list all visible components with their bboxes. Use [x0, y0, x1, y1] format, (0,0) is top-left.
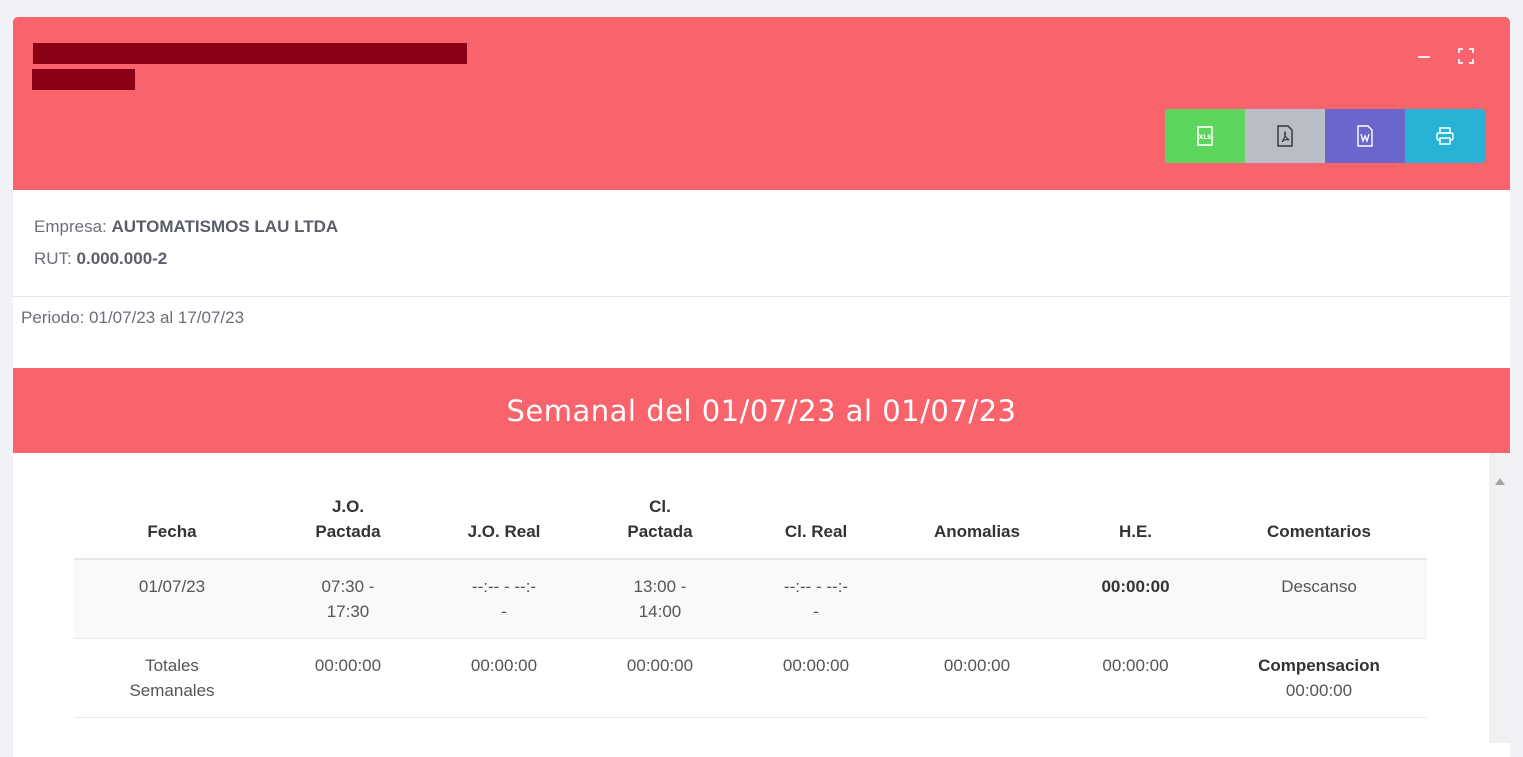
periodo-text: Periodo: 01/07/23 al 17/07/23 — [21, 308, 245, 327]
attendance-table: Fecha J.O. Pactada J.O. Real Cl. Pactada C… — [74, 476, 1427, 718]
cell-jo-pactada: 07:30 -17:30 — [270, 559, 426, 639]
cell-he: 00:00:00 — [1060, 559, 1211, 639]
total-cl-real: 00:00:00 — [738, 638, 894, 718]
company-info: Empresa: AUTOMATISMOS LAU LTDA RUT: 0.00… — [13, 190, 1510, 297]
totals-row: Totales Semanales 00:00:00 00:00:00 00:00… — [74, 638, 1427, 718]
export-excel-button[interactable]: XLS — [1165, 109, 1245, 163]
table-header-row: Fecha J.O. Pactada J.O. Real Cl. Pactada C… — [74, 476, 1427, 560]
scroll-up-arrow-icon[interactable] — [1495, 478, 1505, 485]
rut-line: RUT: 0.000.000-2 — [34, 249, 167, 269]
empresa-value: AUTOMATISMOS LAU LTDA — [111, 217, 339, 236]
redacted-subtitle — [32, 69, 135, 90]
col-fecha: Fecha — [74, 476, 270, 560]
total-anomalias: 00:00:00 — [894, 638, 1060, 718]
minimize-icon[interactable] — [1415, 47, 1433, 65]
pdf-file-icon — [1277, 125, 1293, 147]
export-word-button[interactable] — [1325, 109, 1405, 163]
table-row: 01/07/23 07:30 -17:30 --:-- - --:- - 13:0… — [74, 559, 1427, 639]
col-cl-real: Cl. Real — [738, 476, 894, 560]
col-jo-pactada: J.O. Pactada — [270, 476, 426, 560]
fullscreen-icon[interactable] — [1457, 47, 1475, 65]
cell-comentarios: Descanso — [1211, 559, 1427, 639]
vertical-scrollbar[interactable] — [1489, 453, 1510, 743]
total-jo-real: 00:00:00 — [426, 638, 582, 718]
xls-glyph: XLS — [1199, 134, 1212, 141]
excel-file-icon: XLS — [1197, 126, 1213, 146]
export-pdf-button[interactable] — [1245, 109, 1325, 163]
total-cl-pactada: 00:00:00 — [582, 638, 738, 718]
cell-fecha: 01/07/23 — [74, 559, 270, 639]
card-header: XLS — [13, 17, 1510, 190]
cell-anomalias — [894, 559, 1060, 639]
cell-cl-pactada: 13:00 -14:00 — [582, 559, 738, 639]
total-compensacion: Compensacion 00:00:00 — [1211, 638, 1427, 718]
rut-label: RUT: — [34, 249, 72, 268]
col-anomalias: Anomalias — [894, 476, 1060, 560]
col-jo-real: J.O. Real — [426, 476, 582, 560]
col-he: H.E. — [1060, 476, 1211, 560]
total-he: 00:00:00 — [1060, 638, 1211, 718]
printer-icon — [1436, 127, 1454, 145]
col-comentarios: Comentarios — [1211, 476, 1427, 560]
cell-cl-real: --:-- - --:- - — [738, 559, 894, 639]
empresa-line: Empresa: AUTOMATISMOS LAU LTDA — [34, 217, 338, 237]
cell-jo-real: --:-- - --:- - — [426, 559, 582, 639]
empresa-label: Empresa: — [34, 217, 107, 236]
print-button[interactable] — [1405, 109, 1485, 163]
export-button-group: XLS — [1165, 109, 1485, 163]
total-jo-pactada: 00:00:00 — [270, 638, 426, 718]
word-file-icon — [1357, 125, 1373, 147]
totals-label: Totales Semanales — [74, 638, 270, 718]
rut-value: 0.000.000-2 — [76, 249, 168, 268]
col-cl-pactada: Cl. Pactada — [582, 476, 738, 560]
section-title: Semanal del 01/07/23 al 01/07/23 — [13, 368, 1510, 453]
redacted-title — [33, 43, 467, 64]
